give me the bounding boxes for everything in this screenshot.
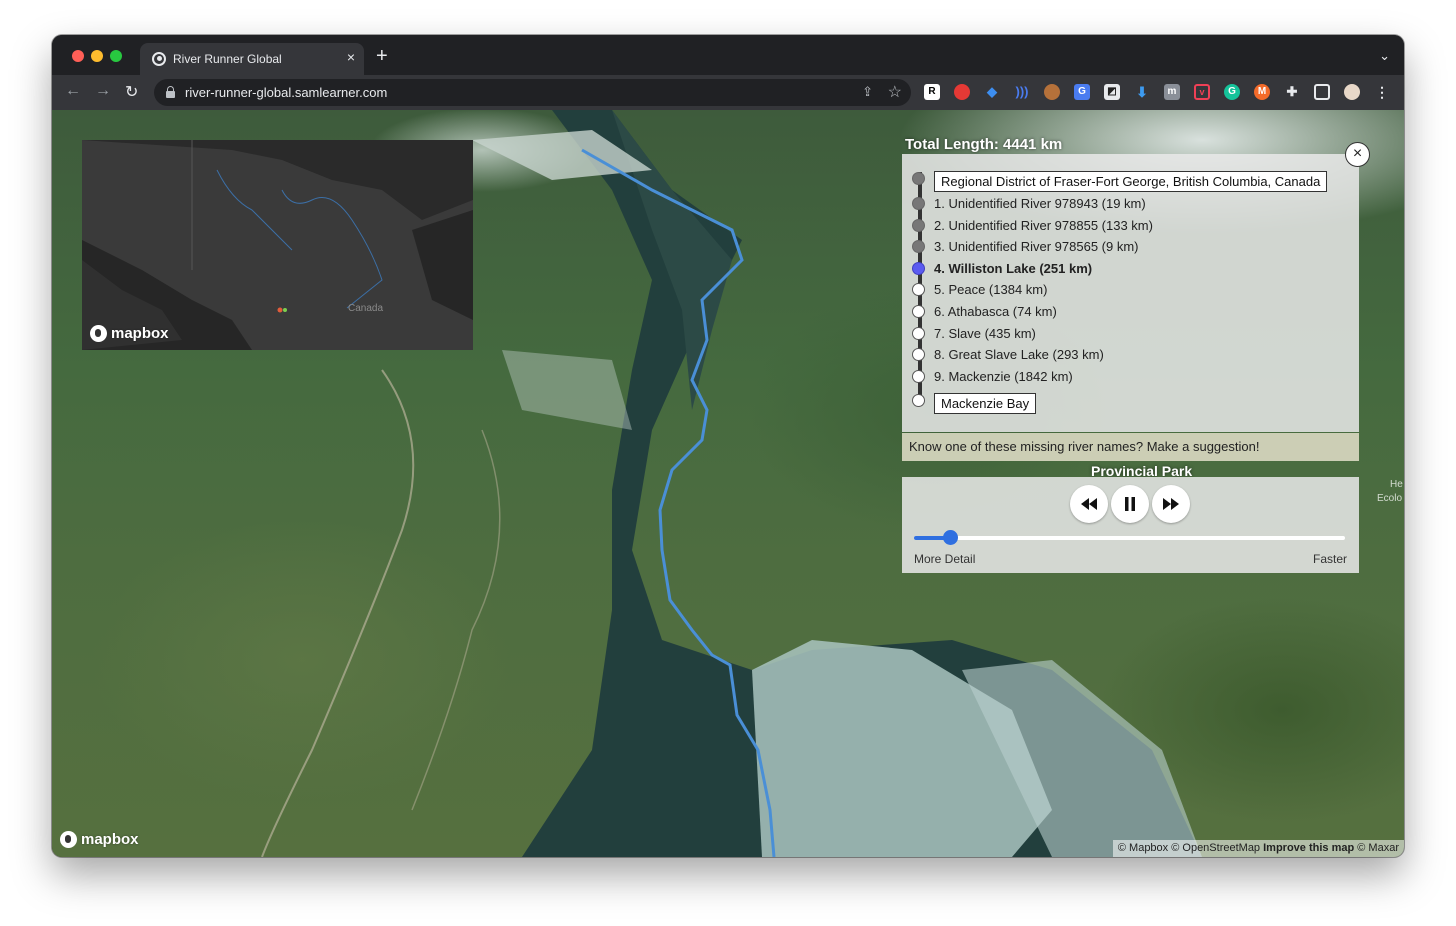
m-circle-extension-icon[interactable]: M <box>1254 84 1270 100</box>
mapbox-logo-text: mapbox <box>81 831 139 848</box>
close-window-button[interactable] <box>72 50 84 62</box>
download-extension-icon[interactable]: ⬇ <box>1134 84 1150 100</box>
reload-icon[interactable]: ↻ <box>125 82 138 102</box>
improve-map-link[interactable]: Improve this map <box>1263 842 1354 854</box>
rewind-button[interactable] <box>1070 485 1108 523</box>
route-step-dot[interactable] <box>912 283 925 297</box>
mapbox-logo-icon <box>60 831 77 848</box>
playback-controls: More Detail Faster <box>902 477 1359 573</box>
overview-minimap[interactable]: Canada mapbox <box>82 140 473 350</box>
m-extension-icon[interactable]: m <box>1164 84 1180 100</box>
route-step-dot[interactable] <box>912 369 925 383</box>
route-step-label[interactable]: 9. Mackenzie (1842 km) <box>934 369 1073 384</box>
maximize-window-button[interactable] <box>110 50 122 62</box>
tab-search-chevron-icon[interactable]: ⌄ <box>1379 48 1390 64</box>
total-length: Total Length: 4441 km <box>905 136 1063 153</box>
route-step-label[interactable]: 2. Unidentified River 978855 (133 km) <box>934 218 1153 233</box>
faster-label: Faster <box>1312 552 1347 566</box>
minimap-mapbox-logo[interactable]: mapbox <box>90 325 169 342</box>
minimap-country-label: Canada <box>348 303 384 314</box>
tab-title: River Runner Global <box>173 52 282 66</box>
wave-extension-icon[interactable]: ))) <box>1014 84 1030 100</box>
menu-kebab-icon[interactable]: ⋮ <box>1374 84 1390 100</box>
route-step-dot[interactable] <box>912 197 925 210</box>
road-secondary <box>411 429 501 811</box>
map-label-ecolo: Ecolo <box>1377 493 1403 504</box>
road <box>261 369 415 857</box>
browser-window: River Runner Global × + ⌄ ← → ↻ river-ru… <box>52 35 1404 857</box>
url-text[interactable]: river-runner-global.samlearner.com <box>185 85 387 100</box>
route-step-label[interactable]: 4. Williston Lake (251 km) <box>934 261 1092 276</box>
browser-toolbar: ← → ↻ river-runner-global.samlearner.com… <box>52 75 1404 110</box>
minimize-window-button[interactable] <box>91 50 103 62</box>
readwise-extension-icon[interactable]: R <box>924 84 940 100</box>
route-step-label[interactable]: 8. Great Slave Lake (293 km) <box>934 347 1104 362</box>
fast-forward-icon <box>1163 498 1179 510</box>
compass-extension-icon[interactable]: ◩ <box>1104 84 1120 100</box>
minimap-shapes <box>82 140 473 350</box>
mapbox-logo[interactable]: mapbox <box>60 831 139 848</box>
grammarly-extension-icon[interactable]: G <box>1224 84 1240 100</box>
speed-slider-thumb[interactable] <box>943 530 959 545</box>
close-panel-button[interactable]: × <box>1345 142 1370 167</box>
minimap-mapbox-text: mapbox <box>111 325 169 342</box>
sidebar-icon[interactable] <box>1314 84 1330 100</box>
map-attribution: © Mapbox © OpenStreetMap Improve this ma… <box>1112 840 1404 857</box>
attribution-mapbox[interactable]: © Mapbox <box>1118 842 1168 854</box>
monkey-extension-icon[interactable] <box>1044 84 1060 100</box>
start-step-dot[interactable] <box>912 172 925 185</box>
speed-slider[interactable] <box>914 530 1345 545</box>
end-place-label: Mackenzie Bay <box>934 393 1037 414</box>
pause-icon <box>1125 497 1135 511</box>
mapbox-logo-icon <box>90 325 107 342</box>
fast-forward-button[interactable] <box>1152 485 1190 523</box>
diamond-extension-icon[interactable]: ◆ <box>984 84 1000 100</box>
route-step-dot[interactable] <box>912 348 925 362</box>
tab-close-icon[interactable]: × <box>347 49 355 65</box>
attribution-osm[interactable]: © OpenStreetMap <box>1171 842 1260 854</box>
lock-icon[interactable] <box>166 86 175 98</box>
route-step-label[interactable]: 5. Peace (1384 km) <box>934 282 1047 297</box>
new-tab-button[interactable]: + <box>376 46 388 66</box>
route-step-dot[interactable] <box>912 305 925 318</box>
pocket-extension-icon[interactable]: v <box>1194 84 1210 100</box>
puzzle-extension-icon[interactable]: ✚ <box>1284 84 1300 100</box>
route-step-label[interactable]: 6. Athabasca (74 km) <box>934 304 1057 319</box>
cloud-mid <box>502 350 632 430</box>
globe-favicon-icon <box>152 52 166 66</box>
route-step-label[interactable]: 1. Unidentified River 978943 (19 km) <box>934 196 1146 211</box>
forward-arrow-icon[interactable]: → <box>95 82 111 100</box>
end-step-dot[interactable] <box>912 394 925 407</box>
start-place-label: Regional District of Fraser-Fort George,… <box>934 171 1328 192</box>
route-steps-panel: Regional District of Fraser-Fort George,… <box>902 154 1359 432</box>
route-step-dot[interactable] <box>912 240 925 254</box>
suggestion-link[interactable]: Know one of these missing river names? M… <box>902 433 1359 461</box>
bookmark-star-icon[interactable]: ☆ <box>888 82 902 102</box>
route-step-dot[interactable] <box>912 326 925 340</box>
map-canvas[interactable]: Canada mapbox Total Length: 4441 km Regi… <box>52 110 1404 857</box>
pokeball-extension-icon[interactable] <box>954 84 970 100</box>
translate-extension-icon[interactable]: G <box>1074 84 1090 100</box>
route-step-dot[interactable] <box>912 261 925 275</box>
tab-river-runner[interactable]: River Runner Global × <box>140 43 364 75</box>
route-step-dot[interactable] <box>912 218 925 232</box>
route-step-label[interactable]: 3. Unidentified River 978565 (9 km) <box>934 239 1139 254</box>
rewind-icon <box>1081 498 1097 510</box>
more-detail-label: More Detail <box>914 552 976 566</box>
tab-bar: River Runner Global × + ⌄ <box>52 35 1404 75</box>
pause-button[interactable] <box>1111 485 1149 523</box>
attribution-maxar[interactable]: © Maxar <box>1357 842 1399 854</box>
map-label-he: He <box>1390 479 1403 490</box>
back-arrow-icon[interactable]: ← <box>65 82 81 100</box>
profile-avatar-icon[interactable] <box>1344 84 1360 100</box>
route-step-label[interactable]: 7. Slave (435 km) <box>934 326 1036 341</box>
share-icon[interactable]: ⇪ <box>862 84 873 100</box>
address-bar[interactable]: river-runner-global.samlearner.com ⇪ ☆ <box>154 79 911 106</box>
